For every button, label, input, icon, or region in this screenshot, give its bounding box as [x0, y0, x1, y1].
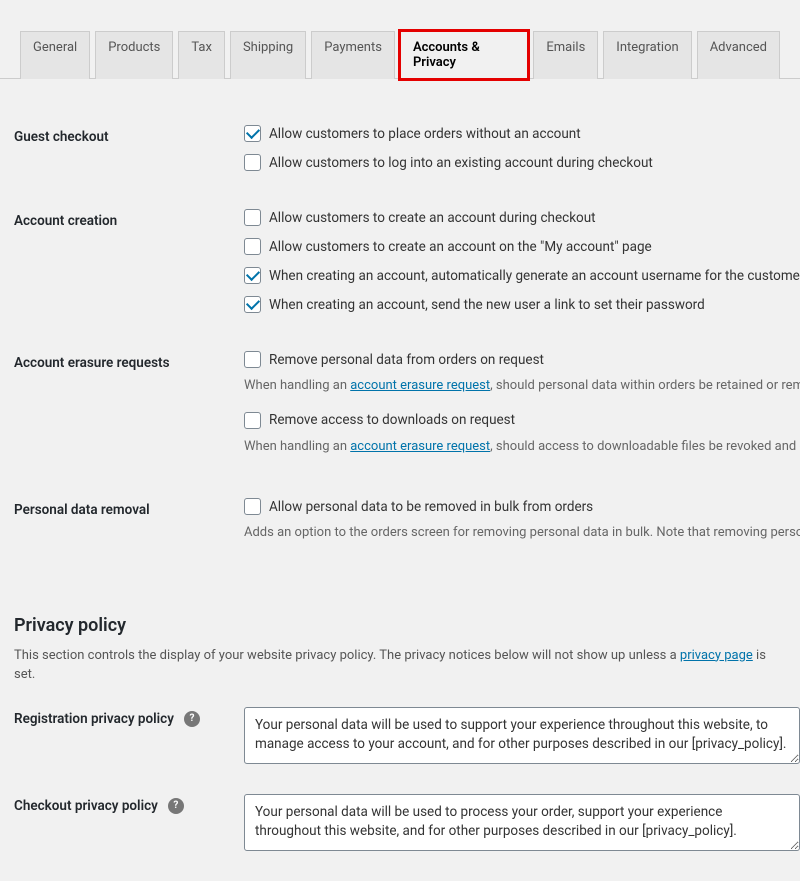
- account-creation-password-link[interactable]: When creating an account, send the new u…: [244, 296, 800, 313]
- erasure-remove-order-data[interactable]: Remove personal data from orders on requ…: [244, 351, 800, 368]
- checkout-privacy-textarea[interactable]: [244, 794, 800, 851]
- checkbox-label: Remove access to downloads on request: [269, 412, 515, 428]
- checkbox-label: Allow customers to create an account dur…: [269, 210, 596, 226]
- removal-desc: Adds an option to the orders screen for …: [244, 523, 800, 543]
- tab-payments[interactable]: Payments: [311, 31, 395, 79]
- checkbox-label: When creating an account, automatically …: [269, 268, 800, 284]
- checkbox-icon[interactable]: [244, 209, 261, 226]
- checkbox-icon[interactable]: [244, 238, 261, 255]
- tab-advanced[interactable]: Advanced: [697, 31, 780, 79]
- checkbox-icon[interactable]: [244, 351, 261, 368]
- tab-accounts-privacy[interactable]: Accounts & Privacy: [400, 31, 528, 79]
- settings-tabs: General Products Tax Shipping Payments A…: [0, 0, 800, 79]
- help-icon[interactable]: ?: [168, 798, 184, 814]
- checkbox-icon[interactable]: [244, 125, 261, 142]
- account-erasure-heading: Account erasure requests: [14, 351, 244, 371]
- erasure-desc-1: When handling an account erasure request…: [244, 376, 800, 396]
- erasure-desc-2: When handling an account erasure request…: [244, 437, 800, 457]
- account-creation-checkout[interactable]: Allow customers to create an account dur…: [244, 209, 800, 226]
- checkbox-icon[interactable]: [244, 498, 261, 515]
- tab-tax[interactable]: Tax: [178, 31, 225, 79]
- checkbox-label: Allow customers to place orders without …: [269, 126, 581, 142]
- checkbox-icon[interactable]: [244, 154, 261, 171]
- privacy-policy-intro: This section controls the display of you…: [14, 646, 786, 685]
- checkbox-icon[interactable]: [244, 267, 261, 284]
- account-creation-myaccount[interactable]: Allow customers to create an account on …: [244, 238, 800, 255]
- privacy-policy-title: Privacy policy: [14, 615, 800, 636]
- removal-bulk-orders[interactable]: Allow personal data to be removed in bul…: [244, 498, 800, 515]
- checkbox-label: Allow customers to create an account on …: [269, 239, 652, 255]
- checkbox-label: Remove personal data from orders on requ…: [269, 352, 544, 368]
- help-icon[interactable]: ?: [184, 711, 200, 727]
- erasure-request-link[interactable]: account erasure request: [350, 378, 490, 393]
- account-creation-auto-username[interactable]: When creating an account, automatically …: [244, 267, 800, 284]
- erasure-remove-downloads[interactable]: Remove access to downloads on request: [244, 412, 800, 429]
- guest-checkout-allow-orders[interactable]: Allow customers to place orders without …: [244, 125, 800, 142]
- tab-general[interactable]: General: [20, 31, 90, 79]
- personal-data-removal-heading: Personal data removal: [14, 498, 244, 518]
- checkbox-label: Allow customers to log into an existing …: [269, 155, 653, 171]
- checkbox-icon[interactable]: [244, 412, 261, 429]
- guest-checkout-heading: Guest checkout: [14, 125, 244, 145]
- checkout-privacy-label: Checkout privacy policy ?: [14, 794, 244, 814]
- tab-products[interactable]: Products: [95, 31, 173, 79]
- tab-integration[interactable]: Integration: [603, 31, 691, 79]
- registration-privacy-label: Registration privacy policy ?: [14, 707, 244, 727]
- erasure-request-link[interactable]: account erasure request: [350, 439, 490, 454]
- registration-privacy-textarea[interactable]: [244, 707, 800, 764]
- checkbox-icon[interactable]: [244, 296, 261, 313]
- privacy-page-link[interactable]: privacy page: [680, 648, 753, 663]
- checkbox-label: When creating an account, send the new u…: [269, 297, 705, 313]
- tab-emails[interactable]: Emails: [533, 31, 598, 79]
- guest-checkout-allow-login[interactable]: Allow customers to log into an existing …: [244, 154, 800, 171]
- checkbox-label: Allow personal data to be removed in bul…: [269, 499, 593, 515]
- tab-shipping[interactable]: Shipping: [230, 31, 306, 79]
- account-creation-heading: Account creation: [14, 209, 244, 229]
